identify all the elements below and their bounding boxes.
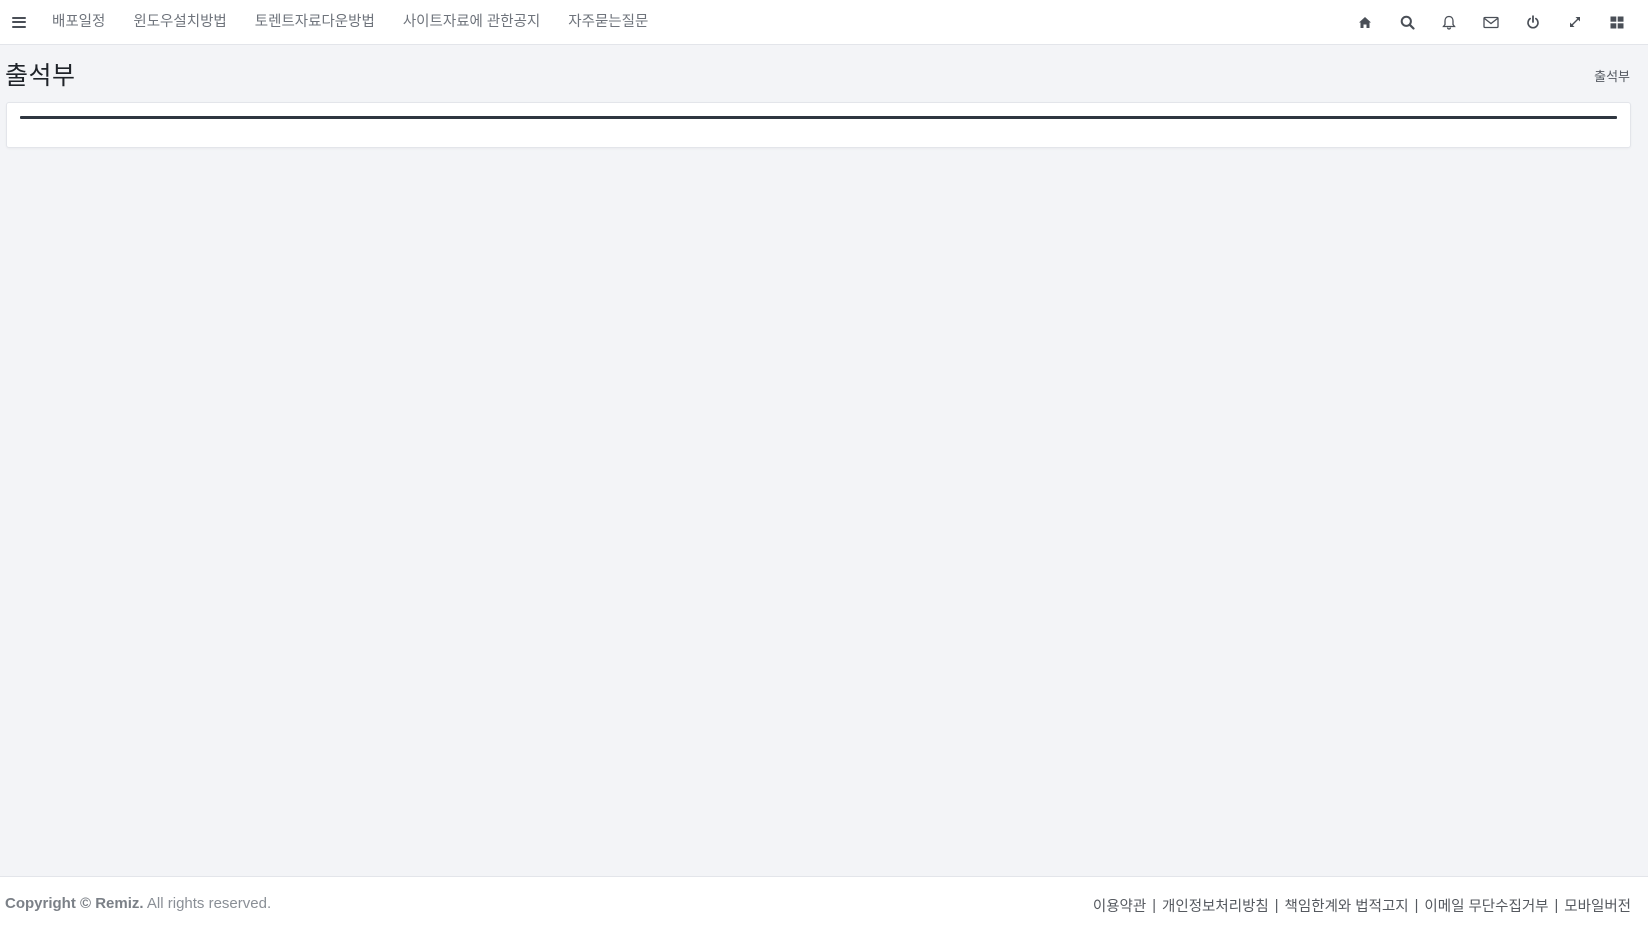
top-nav: 배포일정 윈도우설치방법 토렌트자료다운방법 사이트자료에 관한공지 자주묻는질… xyxy=(38,0,662,44)
footer-separator: | xyxy=(1554,897,1559,914)
nav-item-site-notice[interactable]: 사이트자료에 관한공지 xyxy=(389,0,554,44)
nav-item-faq[interactable]: 자주묻는질문 xyxy=(554,0,662,44)
home-icon[interactable] xyxy=(1344,0,1386,44)
copyright-owner: Copyright © Remiz. xyxy=(5,895,144,912)
envelope-icon[interactable] xyxy=(1470,0,1512,44)
footer-link-privacy[interactable]: 개인정보처리방침 xyxy=(1162,895,1269,916)
expand-icon[interactable] xyxy=(1554,0,1596,44)
footer-separator: | xyxy=(1152,897,1157,914)
content-card xyxy=(6,102,1631,148)
grid-icon[interactable] xyxy=(1596,0,1638,44)
footer-link-no-email-collection[interactable]: 이메일 무단수집거부 xyxy=(1424,895,1548,916)
top-navbar: 배포일정 윈도우설치방법 토렌트자료다운방법 사이트자료에 관한공지 자주묻는질… xyxy=(0,0,1648,45)
bell-icon[interactable] xyxy=(1428,0,1470,44)
hamburger-menu-icon[interactable] xyxy=(0,0,38,44)
footer: Copyright © Remiz. All rights reserved. … xyxy=(0,876,1648,928)
top-icon-group xyxy=(1344,0,1638,44)
footer-link-terms[interactable]: 이용약관 xyxy=(1093,895,1146,916)
search-icon[interactable] xyxy=(1386,0,1428,44)
copyright-rights: All rights reserved. xyxy=(143,895,272,912)
copyright-text: Copyright © Remiz. All rights reserved. xyxy=(5,895,271,912)
nav-item-torrent-download[interactable]: 토렌트자료다운방법 xyxy=(241,0,389,44)
page-title: 출석부 xyxy=(5,62,76,90)
breadcrumb: 출석부 xyxy=(1594,69,1630,84)
footer-links: 이용약관 | 개인정보처리방침 | 책임한계와 법적고지 | 이메일 무단수집거… xyxy=(1093,895,1631,916)
footer-link-legal[interactable]: 책임한계와 법적고지 xyxy=(1285,895,1409,916)
nav-item-release-schedule[interactable]: 배포일정 xyxy=(38,0,119,44)
power-icon[interactable] xyxy=(1512,0,1554,44)
footer-separator: | xyxy=(1274,897,1279,914)
footer-link-mobile-version[interactable]: 모바일버전 xyxy=(1564,895,1631,916)
footer-separator: | xyxy=(1414,897,1419,914)
divider-line xyxy=(20,116,1617,119)
nav-item-windows-install[interactable]: 윈도우설치방법 xyxy=(119,0,240,44)
